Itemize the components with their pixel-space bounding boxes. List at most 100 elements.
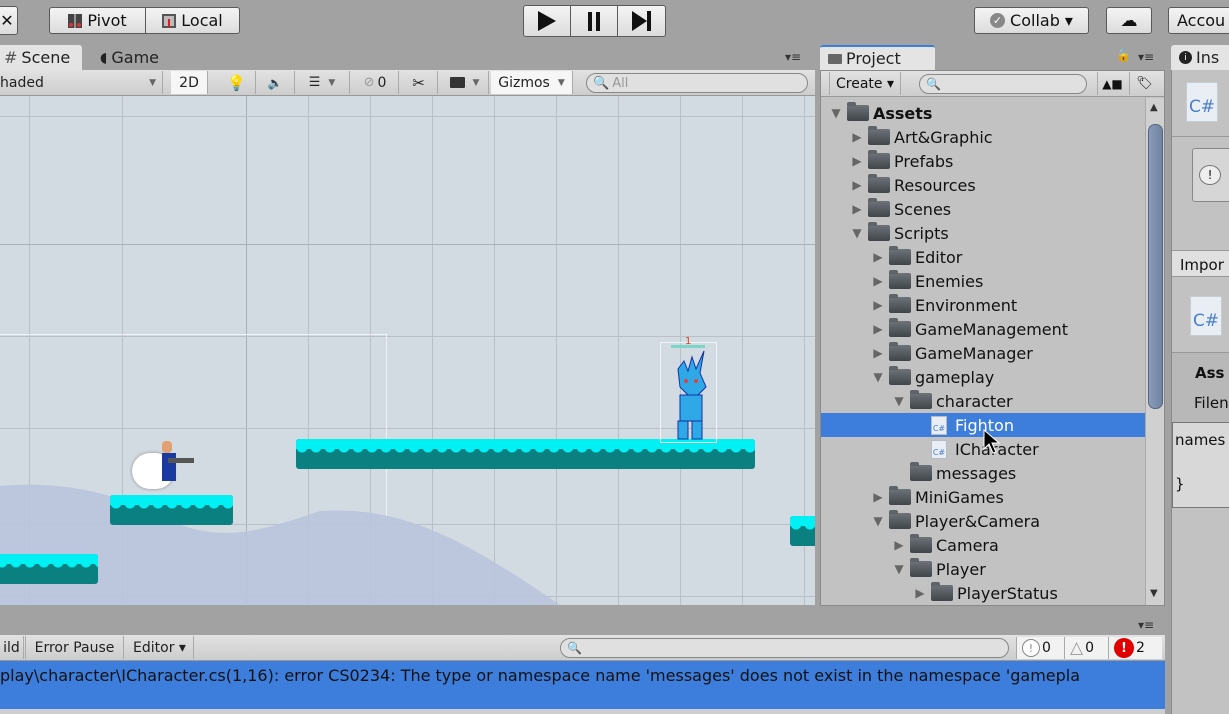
tree-item-folder[interactable]: ▶ Environment bbox=[821, 293, 1145, 317]
tree-item-folder[interactable]: ▼ Assets bbox=[821, 101, 1145, 125]
expand-arrow-right-icon[interactable]: ▶ bbox=[913, 586, 927, 600]
expand-arrow-right-icon[interactable]: ▶ bbox=[871, 346, 885, 360]
platform[interactable] bbox=[296, 439, 755, 469]
expand-arrow-right-icon[interactable]: ▶ bbox=[850, 178, 864, 192]
error-pause-toggle[interactable]: Error Pause bbox=[25, 636, 124, 659]
create-dropdown[interactable]: Create ▾ bbox=[829, 72, 901, 95]
play-button[interactable] bbox=[523, 5, 571, 37]
code-line: names bbox=[1175, 431, 1226, 449]
tree-item-folder[interactable]: ▶ MiniGames bbox=[821, 485, 1145, 509]
tree-item-folder[interactable]: ▶ Editor bbox=[821, 245, 1145, 269]
lock-icon[interactable]: 🔓 bbox=[1116, 48, 1131, 62]
filter-by-type-button[interactable]: ▲■ bbox=[1097, 72, 1127, 95]
project-toolbar: Create ▾ 🔍 ▲■ 🏷 bbox=[821, 71, 1164, 97]
expand-arrow-down-icon[interactable]: ▼ bbox=[829, 106, 843, 120]
local-button[interactable]: Local bbox=[145, 7, 240, 34]
tree-item-folder[interactable]: ▶ Enemies bbox=[821, 269, 1145, 293]
expand-arrow-right-icon[interactable]: ▶ bbox=[871, 250, 885, 264]
tools-toggle[interactable]: ✂ bbox=[400, 71, 438, 94]
tree-item-folder[interactable]: ▶ GameManagement bbox=[821, 317, 1145, 341]
error-messages-toggle[interactable]: ! 2 bbox=[1108, 637, 1162, 659]
platform[interactable] bbox=[110, 495, 233, 525]
camera-dropdown[interactable]: ▼ bbox=[441, 71, 489, 94]
expand-arrow-down-icon[interactable]: ▼ bbox=[892, 562, 906, 576]
gizmos-dropdown[interactable]: Gizmos ▼ bbox=[491, 71, 573, 94]
scrollbar-thumb[interactable] bbox=[1148, 124, 1163, 409]
console-error-entry[interactable]: play\character\ICharacter.cs(1,16): erro… bbox=[0, 661, 1165, 709]
clear-on-build-toggle[interactable]: ild bbox=[0, 636, 24, 659]
expand-arrow-right-icon[interactable]: ▶ bbox=[871, 490, 885, 504]
2d-toggle[interactable]: 2D bbox=[171, 71, 208, 94]
scene-panel-menu-icon[interactable]: ▾≡ bbox=[785, 50, 801, 64]
tree-item-folder[interactable]: ▶ Camera bbox=[821, 533, 1145, 557]
expand-arrow-down-icon[interactable]: ▼ bbox=[871, 514, 885, 528]
console-toolbar: ild Error Pause Editor ▾ 🔍 ! 0 △ 0 ! 2 bbox=[0, 635, 1165, 661]
console-search-input[interactable]: 🔍 bbox=[560, 638, 1009, 658]
wrench-screwdriver-icon: ✂ bbox=[412, 73, 425, 92]
folder-icon bbox=[889, 294, 911, 313]
tree-item-folder[interactable]: ▶ Resources bbox=[821, 173, 1145, 197]
collab-button[interactable]: ✓ Collab ▾ bbox=[974, 7, 1089, 34]
error-octagon-icon: ! bbox=[1114, 638, 1134, 658]
tree-item-folder[interactable]: ▶ PlayerStatus bbox=[821, 581, 1145, 605]
cloud-button[interactable]: ☁ bbox=[1106, 7, 1152, 34]
project-panel-menu-icon[interactable]: ▾≡ bbox=[1138, 50, 1154, 64]
chevron-down-icon: ▼ bbox=[149, 77, 156, 88]
lighting-toggle[interactable]: 💡 bbox=[218, 71, 256, 94]
shading-mode-dropdown[interactable]: haded ▼ bbox=[0, 71, 163, 94]
console-menu-icon[interactable]: ▾≡ bbox=[1138, 618, 1154, 632]
expand-arrow-right-icon[interactable]: ▶ bbox=[892, 538, 906, 552]
tree-item-folder[interactable]: ▼ Player&Camera bbox=[821, 509, 1145, 533]
expand-arrow-right-icon[interactable]: ▶ bbox=[850, 154, 864, 168]
editor-label: Editor ▾ bbox=[133, 639, 186, 656]
tab-game[interactable]: ◖ Game bbox=[92, 45, 167, 70]
pause-button[interactable] bbox=[570, 5, 618, 37]
tree-item-folder[interactable]: ▶ Art&Graphic bbox=[821, 125, 1145, 149]
player-character[interactable] bbox=[130, 439, 196, 495]
tree-item-folder[interactable]: ▼ Player bbox=[821, 557, 1145, 581]
expand-arrow-right-icon[interactable]: ▶ bbox=[871, 274, 885, 288]
expand-arrow-right-icon[interactable]: ▶ bbox=[850, 130, 864, 144]
tree-item-folder[interactable]: ▶ Scenes bbox=[821, 197, 1145, 221]
scene-viewport[interactable]: 1 bbox=[0, 96, 815, 605]
tree-item-label: MiniGames bbox=[915, 487, 1004, 507]
audio-toggle[interactable]: 🔈 bbox=[256, 71, 295, 94]
expand-arrow-right-icon[interactable]: ▶ bbox=[871, 322, 885, 336]
warning-messages-toggle[interactable]: △ 0 bbox=[1064, 637, 1108, 659]
message-bubble-button[interactable]: ! bbox=[1192, 148, 1229, 202]
pivot-button[interactable]: Pivot bbox=[49, 7, 146, 34]
tab-scene[interactable]: # Scene bbox=[0, 45, 82, 70]
expand-arrow-down-icon[interactable]: ▼ bbox=[871, 370, 885, 384]
platform[interactable] bbox=[0, 554, 98, 584]
hidden-objects-toggle[interactable]: ⊘ 0 bbox=[352, 71, 399, 94]
tree-item-folder[interactable]: ▼ Scripts bbox=[821, 221, 1145, 245]
expand-arrow-right-icon[interactable]: ▶ bbox=[850, 202, 864, 216]
scroll-up-arrow-icon[interactable]: ▲ bbox=[1150, 102, 1158, 113]
error-pause-label: Error Pause bbox=[34, 639, 115, 656]
filter-by-label-button[interactable]: 🏷 bbox=[1129, 72, 1159, 95]
csharp-script-icon: C# bbox=[931, 415, 947, 435]
effects-dropdown[interactable]: ☰ ▼ bbox=[295, 71, 350, 94]
platform[interactable] bbox=[790, 516, 815, 546]
tab-inspector[interactable]: i Ins bbox=[1171, 45, 1229, 70]
tab-project[interactable]: Project bbox=[820, 45, 935, 70]
expand-arrow-down-icon[interactable]: ▼ bbox=[850, 226, 864, 240]
step-button[interactable] bbox=[617, 5, 666, 37]
tree-item-folder[interactable]: ▼ gameplay bbox=[821, 365, 1145, 389]
editor-dropdown[interactable]: Editor ▾ bbox=[126, 636, 194, 659]
project-scrollbar[interactable]: ▲ ▼ bbox=[1145, 98, 1164, 605]
expand-arrow-down-icon[interactable]: ▼ bbox=[892, 394, 906, 408]
tree-item-folder[interactable]: ▶ GameManager bbox=[821, 341, 1145, 365]
scroll-down-arrow-icon[interactable]: ▼ bbox=[1150, 588, 1158, 599]
enemy-selection-box[interactable]: 1 bbox=[660, 336, 717, 443]
tree-item-folder[interactable]: ▼ character bbox=[821, 389, 1145, 413]
tree-item-folder[interactable]: messages bbox=[821, 461, 1145, 485]
scene-search-input[interactable]: 🔍 All bbox=[586, 73, 808, 93]
expand-arrow-right-icon[interactable]: ▶ bbox=[871, 298, 885, 312]
account-button[interactable]: Accou bbox=[1168, 7, 1229, 34]
transform-tool-button[interactable]: ✕ bbox=[0, 6, 18, 35]
project-search-input[interactable]: 🔍 bbox=[919, 74, 1087, 94]
folder-icon bbox=[910, 534, 932, 553]
tree-item-folder[interactable]: ▶ Prefabs bbox=[821, 149, 1145, 173]
info-messages-toggle[interactable]: ! 0 bbox=[1016, 637, 1064, 659]
